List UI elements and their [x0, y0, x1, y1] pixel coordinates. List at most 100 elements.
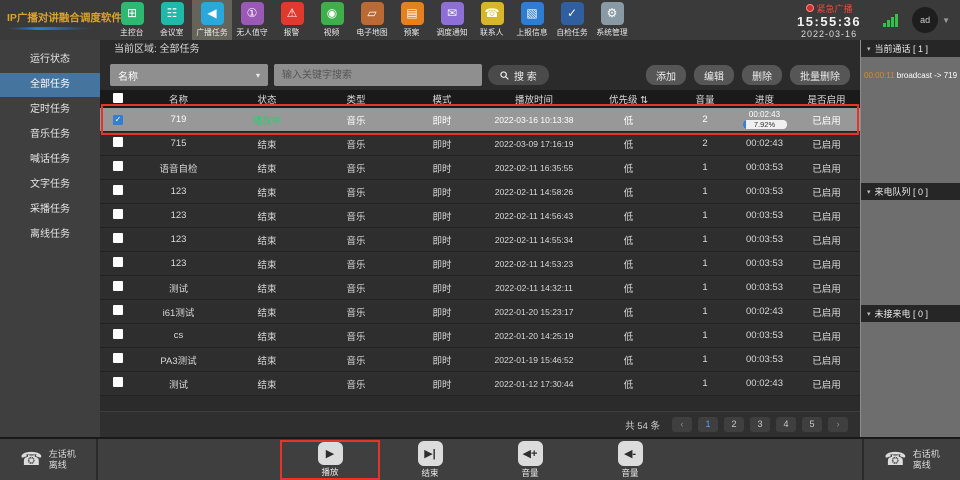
table-row[interactable]: 测试结束音乐即时2022-01-12 17:30:44低100:02:43已启用 [100, 372, 860, 396]
sidebar-item-all-tasks[interactable]: 全部任务 [0, 73, 100, 97]
row-checkbox[interactable] [113, 305, 123, 315]
nav-item-unattended[interactable]: ①无人值守 [232, 0, 272, 40]
table-row[interactable]: PA3测试结束音乐即时2022-01-19 15:46:52低100:03:53… [100, 348, 860, 372]
chevron-down-icon: ▾ [867, 45, 871, 53]
nav-item-console[interactable]: ⊞主控台 [112, 0, 152, 40]
cell-play-time: 2022-03-16 10:13:38 [485, 115, 583, 125]
nav-item-label: 系统管理 [596, 26, 627, 37]
nav-item-dispatch-notice[interactable]: ✉调度通知 [432, 0, 472, 40]
sidebar-item-shout-tasks[interactable]: 喊话任务 [0, 148, 100, 172]
row-checkbox-cell [100, 233, 136, 246]
section-header-incoming-queue[interactable]: ▾来电队列 [ 0 ] [861, 183, 960, 200]
edit-button[interactable]: 编辑 [694, 65, 734, 85]
cell-volume: 2 [674, 138, 736, 149]
left-phone-status[interactable]: ☎ 左话机 离线 [0, 439, 98, 480]
left-sidebar: 运行状态全部任务定时任务音乐任务喊话任务文字任务采播任务离线任务 [0, 40, 100, 437]
megaphone-icon: ◀ [201, 2, 224, 25]
row-checkbox[interactable] [113, 353, 123, 363]
sort-icon[interactable]: ⇅ [637, 95, 648, 106]
nav-item-video[interactable]: ◉视频 [312, 0, 352, 40]
nav-item-system-mgmt[interactable]: ⚙系统管理 [592, 0, 632, 40]
right-phone-status[interactable]: ☎ 右话机 离线 [862, 439, 960, 480]
section-header-missed-calls[interactable]: ▾未接来电 [ 0 ] [861, 305, 960, 322]
nav-item-broadcast-task[interactable]: ◀广播任务 [192, 0, 232, 40]
emergency-broadcast-indicator[interactable]: 紧急广播 [797, 2, 861, 15]
nav-item-meeting-room[interactable]: ☷会议室 [152, 0, 192, 40]
user-avatar[interactable]: ad [912, 7, 938, 33]
play-button[interactable]: ▶播放 [280, 440, 380, 480]
sidebar-item-timed-tasks[interactable]: 定时任务 [0, 98, 100, 122]
table-row[interactable]: 123结束音乐即时2022-02-11 14:56:43低100:03:53已启… [100, 204, 860, 228]
add-button[interactable]: 添加 [646, 65, 686, 85]
delete-button[interactable]: 删除 [742, 65, 782, 85]
table-row[interactable]: cs结束音乐即时2022-01-20 14:25:19低100:03:53已启用 [100, 324, 860, 348]
section-header-current-calls[interactable]: ▾当前通话 [ 1 ] [861, 40, 960, 57]
table-row[interactable]: ✓719播放中音乐即时2022-03-16 10:13:38低200:02:43… [100, 108, 860, 132]
sidebar-item-offline-tasks[interactable]: 离线任务 [0, 223, 100, 247]
page-button-4[interactable]: 4 [776, 417, 796, 432]
row-checkbox[interactable] [113, 257, 123, 267]
page-next-button[interactable]: › [828, 417, 848, 432]
cell-type: 音乐 [313, 233, 399, 247]
nav-item-contacts[interactable]: ☎联系人 [472, 0, 512, 40]
table-row[interactable]: i61测试结束音乐即时2022-01-20 15:23:17低100:02:43… [100, 300, 860, 324]
cell-mode: 即时 [399, 329, 485, 343]
cell-priority: 低 [583, 233, 674, 247]
right-phone-name: 右话机 [913, 449, 940, 460]
filter-field-select[interactable]: 名称 ▾ [110, 64, 268, 86]
row-checkbox[interactable] [113, 329, 123, 339]
page-prev-button[interactable]: ‹ [672, 417, 692, 432]
cell-play-time: 2022-02-11 14:32:11 [485, 283, 583, 293]
pagination-total: 共 54 条 [625, 418, 660, 432]
volume-down-button[interactable]: ◀-音量 [580, 440, 680, 480]
sidebar-item-collect-tasks[interactable]: 采播任务 [0, 198, 100, 222]
cell-volume: 1 [674, 234, 736, 245]
nav-item-plan[interactable]: ▤预案 [392, 0, 432, 40]
page-button-1[interactable]: 1 [698, 417, 718, 432]
search-button[interactable]: 搜 索 [488, 65, 549, 85]
table-row[interactable]: 123结束音乐即时2022-02-11 14:55:34低100:03:53已启… [100, 228, 860, 252]
table-row[interactable]: 123结束音乐即时2022-02-11 14:53:23低100:03:53已启… [100, 252, 860, 276]
search-input[interactable] [274, 64, 482, 86]
table-row[interactable]: 测试结束音乐即时2022-02-11 14:32:11低100:03:53已启用 [100, 276, 860, 300]
cell-status: 结束 [221, 209, 313, 223]
page-button-2[interactable]: 2 [724, 417, 744, 432]
select-all-checkbox[interactable] [113, 93, 123, 103]
nav-item-report-info[interactable]: ▧上报信息 [512, 0, 552, 40]
stop-end-icon: ▶| [418, 441, 443, 466]
sidebar-item-music-tasks[interactable]: 音乐任务 [0, 123, 100, 147]
row-checkbox[interactable] [113, 161, 123, 171]
page-button-3[interactable]: 3 [750, 417, 770, 432]
left-phone-icon: ☎ [20, 449, 42, 470]
cell-enabled: 已启用 [793, 353, 860, 367]
batch-delete-button[interactable]: 批量删除 [790, 65, 850, 85]
table-row[interactable]: 语音自检结束音乐即时2022-02-11 16:35:55低100:03:53已… [100, 156, 860, 180]
sidebar-item-run-status[interactable]: 运行状态 [0, 48, 100, 72]
stop-button[interactable]: ▶|结束 [380, 440, 480, 480]
table-row[interactable]: 715结束音乐即时2022-03-09 17:16:19低200:02:43已启… [100, 132, 860, 156]
row-checkbox-cell [100, 137, 136, 150]
user-menu-chevron-icon[interactable]: ▼ [942, 16, 950, 25]
cell-mode: 即时 [399, 137, 485, 151]
cell-volume: 1 [674, 258, 736, 269]
nav-item-alarm[interactable]: ⚠报警 [272, 0, 312, 40]
sidebar-item-text-tasks[interactable]: 文字任务 [0, 173, 100, 197]
cell-play-time: 2022-02-11 14:58:26 [485, 187, 583, 197]
table-row[interactable]: 123结束音乐即时2022-02-11 14:58:26低100:03:53已启… [100, 180, 860, 204]
volume-up-button[interactable]: ◀+音量 [480, 440, 580, 480]
nav-item-e-map[interactable]: ▱电子地图 [352, 0, 392, 40]
page-button-5[interactable]: 5 [802, 417, 822, 432]
row-checkbox[interactable] [113, 377, 123, 387]
clock-date: 2022-03-16 [797, 29, 861, 39]
left-phone-name: 左话机 [49, 449, 76, 460]
row-checkbox[interactable] [113, 281, 123, 291]
call-entry[interactable]: 00:00:11 broadcast -> 719 [861, 57, 960, 80]
row-checkbox[interactable]: ✓ [113, 115, 123, 125]
row-checkbox[interactable] [113, 185, 123, 195]
cell-name: 719 [136, 114, 221, 125]
nav-item-self-check[interactable]: ✓自检任务 [552, 0, 592, 40]
cell-type: 音乐 [313, 137, 399, 151]
row-checkbox[interactable] [113, 137, 123, 147]
row-checkbox[interactable] [113, 209, 123, 219]
row-checkbox[interactable] [113, 233, 123, 243]
